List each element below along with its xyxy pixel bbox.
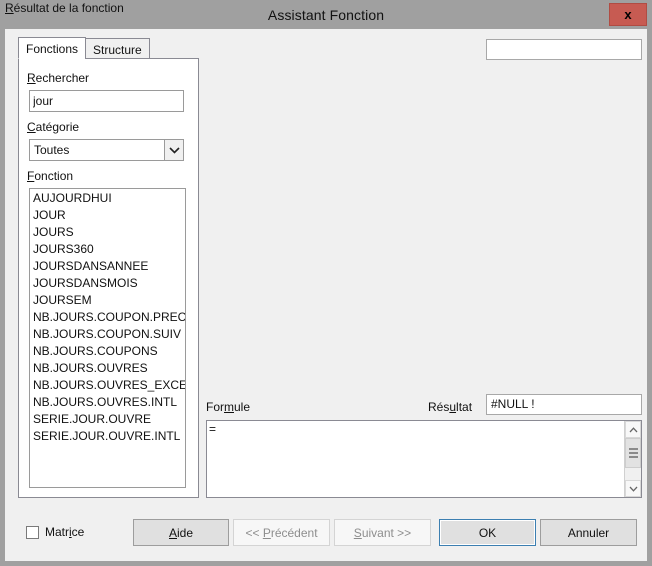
previous-button: << Précédent: [233, 519, 330, 546]
tab-fonctions-label: Fonctions: [26, 42, 79, 56]
grip-line: [628, 448, 638, 450]
tab-structure[interactable]: Structure: [85, 38, 150, 59]
function-result-field: [486, 39, 642, 60]
result-label: Résultat: [428, 400, 473, 414]
function-list-item[interactable]: SERIE.JOUR.OUVRE: [30, 411, 185, 428]
tab-structure-label: Structure: [93, 43, 142, 57]
dialog-title: Assistant Fonction: [267, 6, 385, 23]
chevron-down-icon: [164, 140, 183, 160]
function-list-item[interactable]: AUJOURDHUI: [30, 190, 185, 207]
scroll-down-icon[interactable]: [625, 480, 641, 497]
function-list-item[interactable]: SERIE.JOUR.OUVRE.INTL: [30, 428, 185, 445]
close-icon: x: [624, 7, 632, 22]
scrollbar-track[interactable]: [625, 438, 641, 480]
search-label: Rechercher: [27, 71, 90, 85]
cancel-button-label: Annuler: [567, 525, 610, 540]
grip-line: [628, 452, 638, 454]
tab-strip: Fonctions Structure: [18, 37, 150, 59]
function-list-item[interactable]: JOURS360: [30, 241, 185, 258]
cancel-button[interactable]: Annuler: [540, 519, 637, 546]
function-list-item[interactable]: NB.JOURS.OUVRES_EXCEL2003: [30, 377, 185, 394]
function-list-item[interactable]: NB.JOURS.OUVRES: [30, 360, 185, 377]
formula-input[interactable]: =: [207, 421, 624, 497]
next-button-label: Suivant >>: [353, 525, 412, 540]
function-list-item[interactable]: JOURSEM: [30, 292, 185, 309]
function-list-item[interactable]: JOURSDANSMOIS: [30, 275, 185, 292]
category-label: Catégorie: [27, 120, 80, 134]
formula-scrollbar[interactable]: [624, 421, 641, 497]
matrix-checkbox-label: Matrice: [45, 525, 85, 539]
category-dropdown[interactable]: Toutes: [29, 139, 184, 161]
previous-button-label: << Précédent: [245, 525, 318, 540]
ok-button-label: OK: [478, 525, 497, 540]
ok-button[interactable]: OK: [439, 519, 536, 546]
matrix-checkbox[interactable]: Matrice: [26, 525, 84, 539]
tab-fonctions[interactable]: Fonctions: [18, 37, 87, 59]
search-input[interactable]: [29, 90, 184, 112]
function-list-item[interactable]: JOUR: [30, 207, 185, 224]
help-button[interactable]: Aide: [133, 519, 229, 546]
function-list-item[interactable]: NB.JOURS.COUPON.SUIV: [30, 326, 185, 343]
function-list[interactable]: AUJOURDHUI JOUR JOURS JOURS360 JOURSDANSANNE…: [29, 188, 186, 488]
grip-line: [628, 456, 638, 458]
close-button[interactable]: x: [609, 3, 647, 26]
function-list-item[interactable]: NB.JOURS.OUVRES.INTL: [30, 394, 185, 411]
category-selected-value: Toutes: [34, 143, 70, 157]
checkbox-box[interactable]: [26, 525, 39, 539]
function-list-item[interactable]: NB.JOURS.COUPON.PREC: [30, 309, 185, 326]
function-list-item[interactable]: JOURSDANSANNEE: [30, 258, 185, 275]
function-wizard-dialog: Assistant Fonction x Fonctions Structure…: [0, 0, 652, 566]
function-list-label: Fonction: [27, 169, 74, 183]
formula-label: Formule: [206, 400, 251, 414]
scroll-up-icon[interactable]: [625, 421, 641, 438]
function-list-item[interactable]: JOURS: [30, 224, 185, 241]
result-value-field: #NULL !: [486, 394, 642, 415]
formula-box[interactable]: =: [206, 420, 642, 498]
function-result-label: Résultat de la fonction: [5, 1, 124, 15]
help-button-label: Aide: [168, 525, 194, 540]
next-button: Suivant >>: [334, 519, 431, 546]
function-list-item[interactable]: NB.JOURS.COUPONS: [30, 343, 185, 360]
scrollbar-thumb[interactable]: [625, 438, 641, 468]
